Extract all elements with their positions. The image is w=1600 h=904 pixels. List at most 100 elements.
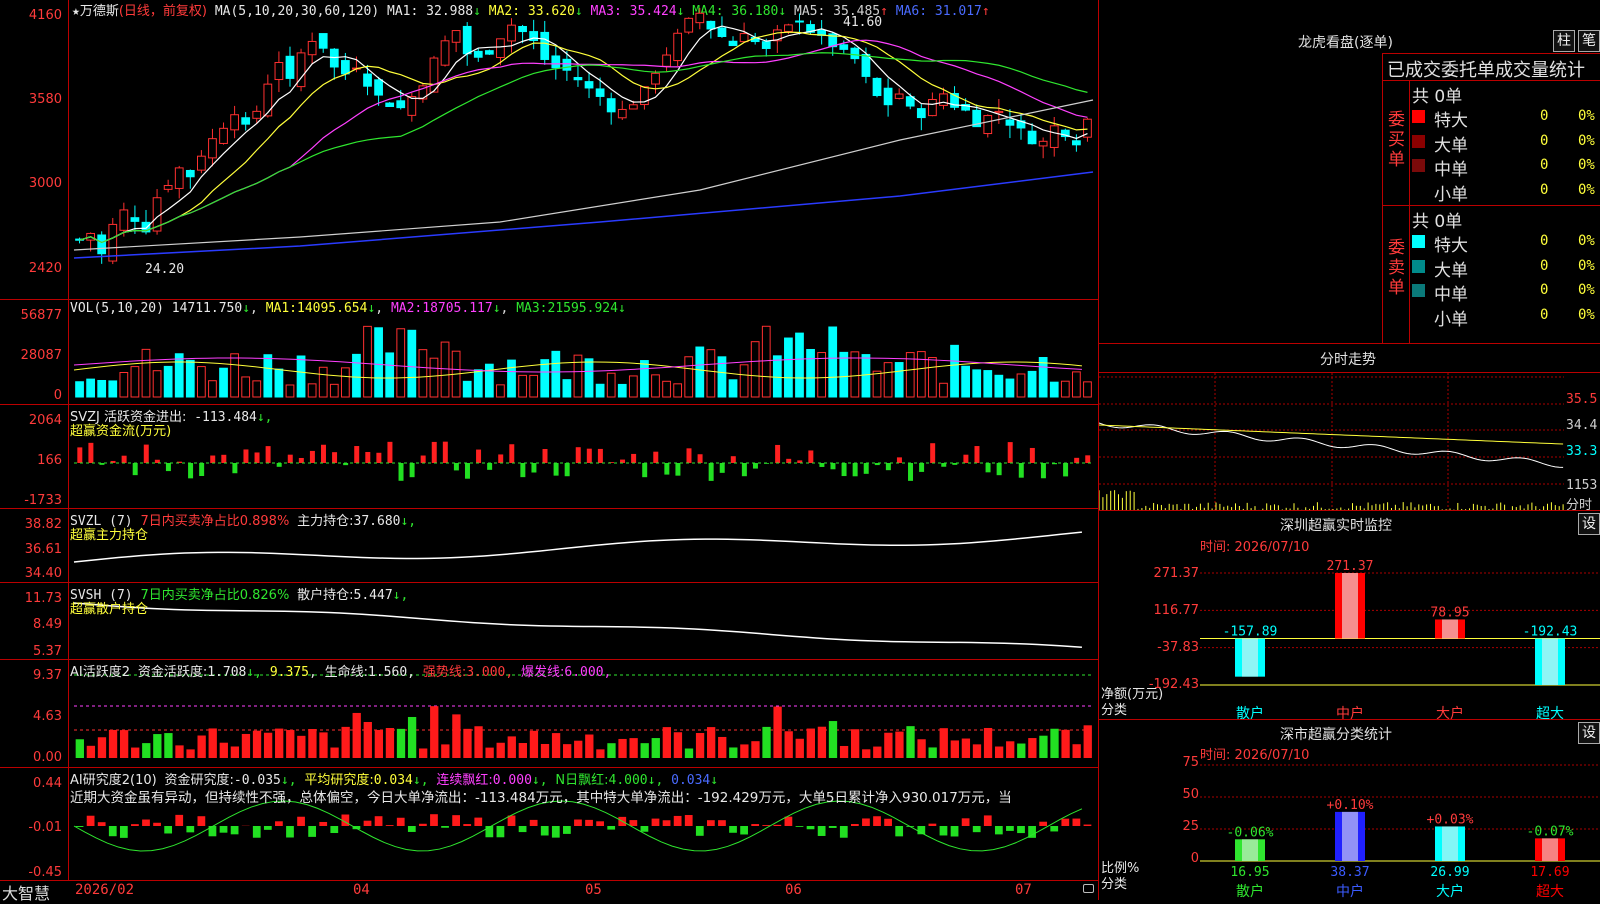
dist-bar-value: 16.95 [1230, 865, 1269, 880]
volume-bar [663, 381, 671, 397]
flow-bar [853, 463, 858, 476]
volume-bar [541, 360, 549, 397]
volume-tick: 28087 [0, 348, 62, 363]
research-bar [696, 826, 704, 836]
legend-swatch [1412, 159, 1425, 172]
activity-bar [231, 746, 239, 758]
volume-bar [1050, 382, 1058, 397]
legend-swatch [1412, 309, 1425, 322]
svsh-tick: 11.73 [0, 591, 62, 606]
legend-swatch [1412, 260, 1425, 273]
chart-mark [729, 41, 737, 45]
intraday-chart[interactable] [1099, 373, 1600, 510]
activity-bar [685, 749, 693, 758]
flow-bar [731, 456, 736, 463]
research-bar [629, 820, 637, 826]
legend-swatch [1412, 184, 1425, 197]
lock-icon[interactable] [1083, 884, 1094, 893]
ma-line [74, 172, 1093, 258]
chart-mark [519, 26, 527, 31]
chart-mark [785, 25, 793, 32]
flow-bar [443, 442, 448, 463]
flow-bar [963, 455, 968, 463]
flow-bar [144, 445, 149, 463]
activity-bar [341, 727, 349, 758]
chart-mark [186, 170, 194, 176]
volume-bar [264, 355, 272, 397]
activity-bar [419, 748, 427, 758]
chart-mark [1006, 120, 1014, 125]
chart-mark [264, 84, 272, 116]
activity-bar [286, 730, 294, 758]
research-bar [895, 826, 903, 836]
volume-bar [242, 377, 250, 397]
research-bar [829, 826, 837, 828]
volume-bar [674, 384, 682, 397]
volume-bar [120, 373, 128, 397]
chart-mark [652, 73, 660, 84]
tick-mode-button[interactable]: 笔 [1578, 30, 1600, 52]
flow-bar [354, 446, 359, 463]
dist-bar-value: 26.99 [1430, 865, 1469, 880]
flow-bar [819, 463, 824, 467]
chart-mark [375, 80, 383, 95]
dist-x-label: 分类 [1101, 873, 1127, 892]
research-bar [674, 816, 682, 826]
stats-tab-row[interactable]: 已成交委托单成交量统计 [1387, 56, 1585, 82]
activity-bar [552, 733, 560, 758]
volume-bar [87, 379, 95, 397]
panel-divider [0, 404, 1098, 405]
volume-bar [685, 357, 693, 397]
research-bar [408, 826, 416, 832]
volume-bar [862, 355, 870, 397]
activity-bar [829, 721, 837, 758]
research-bar [585, 820, 593, 826]
volume-bar [574, 355, 582, 397]
research-bar [973, 826, 981, 832]
research-bar [76, 826, 84, 827]
volume-bar [1084, 382, 1092, 397]
dist-settings-button[interactable]: 设 [1578, 722, 1600, 744]
flow-bar [830, 463, 835, 469]
volume-bar [419, 350, 427, 397]
flow-bar [399, 463, 404, 481]
ai-research-tick: -0.01 [0, 820, 62, 835]
research-bar [98, 822, 106, 826]
activity-bar [995, 747, 1003, 758]
timeline-label: 06 [785, 882, 802, 898]
brand-label[interactable]: 大智慧 [2, 880, 50, 904]
chart-mark [618, 109, 626, 117]
intraday-tick: 1153 [1566, 478, 1597, 493]
activity-bar [696, 733, 704, 758]
flow-bar [1008, 442, 1013, 463]
chart-mark [940, 94, 948, 106]
sz-settings-button[interactable]: 设 [1578, 513, 1600, 535]
chart-mark [463, 26, 471, 53]
sz-monitor-title: 深圳超赢实时监控 [1280, 515, 1392, 535]
research-bar [995, 826, 1003, 834]
dist-bar-delta: +0.10% [1327, 798, 1374, 813]
research-bar [873, 816, 881, 826]
volume-header: VOL(5,10,20) 14711.750↓, MA1:14095.654↓,… [70, 301, 626, 316]
research-bar [773, 825, 781, 826]
research-bar [718, 820, 726, 826]
panel-divider [1099, 719, 1600, 720]
research-bar [164, 826, 172, 833]
activity-bar [607, 743, 615, 758]
research-bar [275, 821, 283, 826]
flow-bar [543, 449, 548, 463]
activity-bar [297, 736, 305, 758]
bar-mode-button[interactable]: 柱 [1553, 30, 1575, 52]
flow-bar [288, 455, 293, 463]
flow-bar [698, 454, 703, 463]
flow-bar [1019, 463, 1024, 478]
chart-mark [452, 31, 460, 43]
dist-bar-highlight [1442, 826, 1458, 861]
activity-bar [220, 743, 228, 758]
activity-bar [574, 741, 582, 758]
flow-bar [775, 445, 780, 463]
flow-bar [365, 452, 370, 463]
volume-bar [995, 375, 1003, 397]
legend-swatch [1412, 284, 1425, 297]
legend-swatch [1412, 135, 1425, 148]
